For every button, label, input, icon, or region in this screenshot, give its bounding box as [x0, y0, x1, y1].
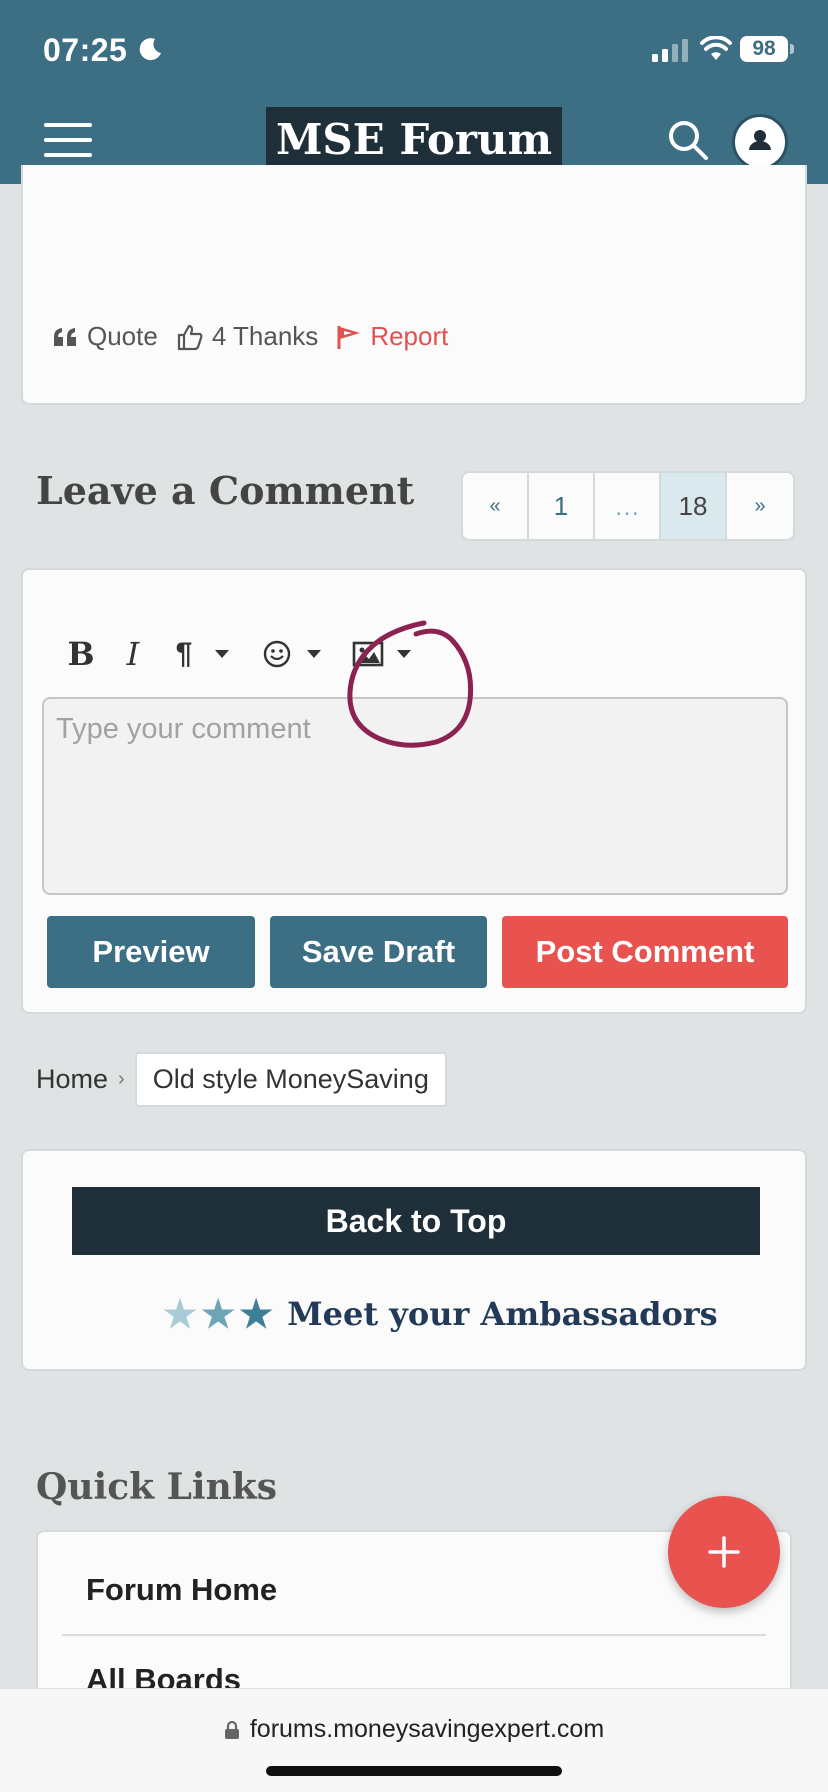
emoji-button[interactable]: [253, 626, 301, 682]
breadcrumb: Home › Old style MoneySaving: [36, 1052, 447, 1107]
report-button[interactable]: Report: [336, 321, 448, 352]
bold-button[interactable]: B: [55, 626, 107, 682]
pagination: « 1 … 18 »: [461, 471, 795, 541]
divider: [62, 1634, 766, 1636]
moon-icon: [139, 38, 161, 61]
battery-icon: 98: [740, 36, 788, 62]
account-button[interactable]: [732, 114, 788, 170]
save-draft-button[interactable]: Save Draft: [270, 916, 487, 988]
pagination-page-current[interactable]: 18: [661, 473, 727, 539]
post-card: Quote 4 Thanks Report: [21, 165, 807, 405]
home-indicator[interactable]: [266, 1766, 562, 1776]
editor-actions: Preview Save Draft Post Comment: [47, 916, 788, 988]
thumbs-up-icon: [177, 324, 203, 350]
address-field[interactable]: forums.moneysavingexpert.com: [0, 1715, 828, 1744]
post-comment-button[interactable]: Post Comment: [502, 916, 788, 988]
signal-icon: [652, 39, 688, 62]
lock-icon: [224, 1720, 239, 1739]
quick-links-heading: Quick Links: [36, 1466, 277, 1508]
quick-link-forum-home[interactable]: Forum Home: [86, 1572, 277, 1608]
pagination-next[interactable]: »: [727, 473, 793, 539]
pagination-page-first[interactable]: 1: [529, 473, 595, 539]
new-post-fab[interactable]: [668, 1496, 780, 1608]
ambassadors-link[interactable]: ★ ★ ★ Meet your Ambassadors: [163, 1291, 718, 1336]
pagination-prev[interactable]: «: [463, 473, 529, 539]
emoji-icon: [263, 640, 291, 668]
chevron-down-icon: [215, 649, 229, 658]
star-icon: ★: [163, 1291, 198, 1336]
breadcrumb-current[interactable]: Old style MoneySaving: [134, 1052, 447, 1107]
annotation-circle: [347, 620, 474, 748]
thanks-label: 4 Thanks: [211, 321, 319, 351]
thanks-button[interactable]: 4 Thanks: [176, 321, 318, 352]
search-icon[interactable]: [666, 118, 710, 162]
browser-address-bar: forums.moneysavingexpert.com: [0, 1688, 828, 1792]
breadcrumb-separator: ›: [118, 1068, 125, 1090]
paragraph-format-button[interactable]: ¶: [159, 626, 209, 682]
preview-button[interactable]: Preview: [47, 916, 255, 988]
top-navigation-bar: 07:25 98 MSE Forum: [0, 0, 828, 184]
plus-icon: [708, 1536, 740, 1568]
emoji-dropdown[interactable]: [301, 626, 327, 682]
user-icon: [749, 130, 771, 150]
italic-button[interactable]: I: [107, 626, 159, 682]
url-text: forums.moneysavingexpert.com: [249, 1715, 605, 1743]
battery-tip: [790, 44, 794, 54]
report-label: Report: [370, 321, 449, 351]
star-icon: ★: [239, 1291, 274, 1336]
menu-icon[interactable]: [44, 123, 92, 157]
stars: ★ ★ ★: [163, 1291, 277, 1336]
post-actions: Quote 4 Thanks Report: [53, 321, 466, 352]
quote-label: Quote: [87, 321, 158, 351]
breadcrumb-home[interactable]: Home: [36, 1064, 108, 1095]
star-icon: ★: [201, 1291, 236, 1336]
footer-card: Back to Top ★ ★ ★ Meet your Ambassadors: [21, 1149, 807, 1371]
ambassadors-label: Meet your Ambassadors: [287, 1294, 718, 1333]
comment-heading: Leave a Comment: [36, 468, 415, 513]
site-logo[interactable]: MSE Forum: [266, 107, 562, 173]
status-time: 07:25: [43, 32, 128, 68]
chevron-down-icon: [307, 649, 321, 658]
flag-icon: [337, 325, 361, 349]
wifi-icon: [700, 36, 732, 60]
paragraph-dropdown[interactable]: [209, 626, 235, 682]
pagination-ellipsis[interactable]: …: [595, 473, 661, 539]
quote-button[interactable]: Quote: [53, 321, 158, 352]
quote-icon: [54, 327, 76, 346]
back-to-top-button[interactable]: Back to Top: [72, 1187, 760, 1255]
